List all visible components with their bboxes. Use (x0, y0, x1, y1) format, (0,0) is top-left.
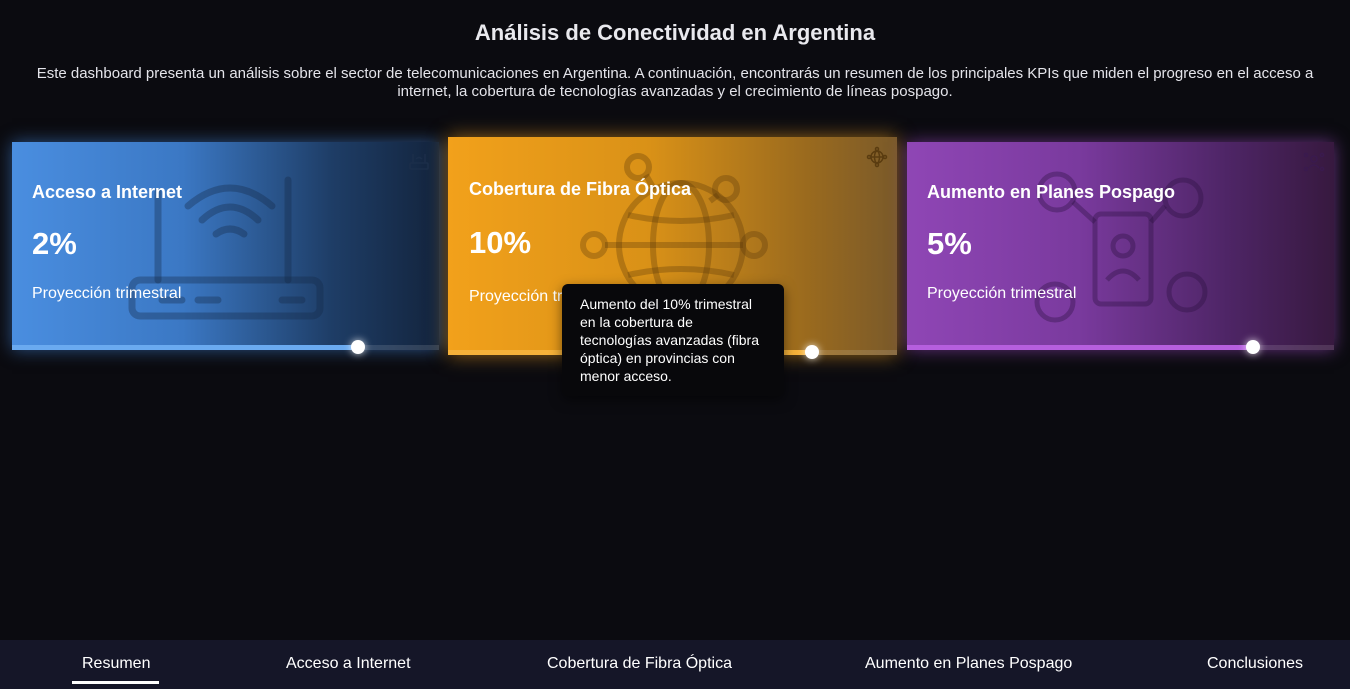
card-value: 5% (927, 226, 972, 261)
globe-network-icon (866, 146, 888, 168)
progress-track (12, 345, 439, 350)
nav-tab-conclusiones[interactable]: Conclusiones (1207, 640, 1303, 689)
card-subtitle: Proyección trimestral (32, 285, 182, 302)
card-title: Acceso a Internet (32, 182, 183, 202)
progress-knob[interactable] (1245, 340, 1260, 354)
bottom-nav: Resumen Acceso a Internet Cobertura de F… (0, 640, 1350, 689)
progress-fill (907, 345, 1253, 350)
kpi-card-internet[interactable]: Acceso a Internet 2% Proyección trimestr… (12, 142, 439, 350)
card-title: Cobertura de Fibra Óptica (469, 179, 692, 199)
kpi-card-pospago[interactable]: Aumento en Planes Pospago 5% Proyección … (907, 142, 1334, 350)
card-subtitle: Proyección trimestral (927, 285, 1077, 302)
card-title: Aumento en Planes Pospago (927, 182, 1176, 202)
page-title: Análisis de Conectividad en Argentina (474, 20, 876, 45)
progress-fill (12, 345, 358, 350)
progress-knob[interactable] (350, 340, 365, 354)
nav-tab-planes-pospago[interactable]: Aumento en Planes Pospago (865, 640, 1072, 689)
intro-text: Este dashboard presenta un análisis sobr… (36, 65, 1314, 100)
progress-track (907, 345, 1334, 350)
kpi-tooltip: Aumento del 10% trimestral en la cobertu… (562, 284, 784, 396)
card-value: 10% (469, 225, 532, 260)
nav-tab-acceso-internet[interactable]: Acceso a Internet (286, 640, 411, 689)
progress-knob[interactable] (804, 345, 819, 359)
nav-active-indicator (72, 681, 159, 684)
router-icon (409, 154, 429, 170)
nav-tab-cobertura-fibra[interactable]: Cobertura de Fibra Óptica (547, 640, 732, 689)
card-value: 2% (32, 226, 77, 261)
people-network-icon (1303, 152, 1325, 172)
